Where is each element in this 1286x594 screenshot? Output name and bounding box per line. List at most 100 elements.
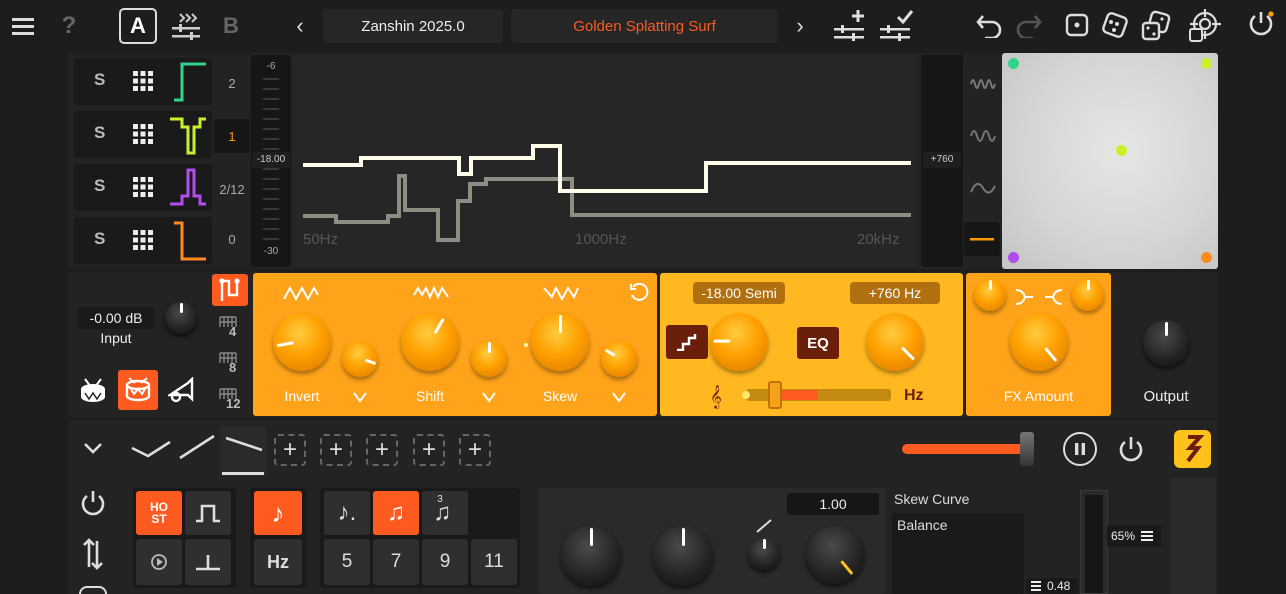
- xy-pad[interactable]: [1002, 53, 1218, 269]
- mod-knob-1[interactable]: [561, 526, 621, 586]
- dice-pair-icon[interactable]: [1140, 10, 1172, 42]
- division-12[interactable]: 12: [219, 388, 245, 414]
- fx-amount-knob[interactable]: [1010, 313, 1068, 371]
- mod-depth-slider[interactable]: [902, 432, 1034, 466]
- save-preset-icon[interactable]: [878, 8, 914, 42]
- shift-knob[interactable]: [401, 313, 459, 371]
- brand-logo-icon[interactable]: [1174, 430, 1211, 468]
- pitch-slider-thumb[interactable]: [768, 381, 782, 409]
- shift-mod-knob[interactable]: [471, 341, 507, 377]
- level-readout[interactable]: 65%: [1107, 525, 1161, 547]
- skew-knob[interactable]: [531, 313, 589, 371]
- zigzag-wave-icon[interactable]: [413, 285, 449, 301]
- pulse-shape-button[interactable]: [185, 491, 231, 535]
- trigger-shape-button[interactable]: [185, 539, 231, 585]
- routing-icon[interactable]: [212, 274, 248, 306]
- pitch-slider[interactable]: [742, 381, 891, 409]
- hz-mode-button[interactable]: Hz: [254, 539, 302, 585]
- chevron-down-icon[interactable]: [611, 391, 627, 403]
- output-knob[interactable]: [1143, 320, 1189, 366]
- next-preset-button[interactable]: ›: [790, 12, 810, 40]
- snare-drum-icon[interactable]: [118, 370, 158, 410]
- division-8[interactable]: 8: [219, 352, 245, 378]
- drum-icon[interactable]: [76, 370, 110, 410]
- rate-7-button[interactable]: 7: [373, 539, 419, 585]
- frequency-knob[interactable]: [866, 313, 924, 371]
- wave-flat-icon[interactable]: [964, 222, 1000, 256]
- gain-scale[interactable]: -6 -18.00 -30: [251, 55, 291, 267]
- invert-mod-knob[interactable]: [342, 341, 378, 377]
- rate-9-button[interactable]: 9: [422, 539, 468, 585]
- swap-vertical-icon[interactable]: [79, 536, 107, 572]
- xy-handle[interactable]: [1116, 145, 1127, 156]
- grid-icon[interactable]: [132, 229, 154, 251]
- add-preset-icon[interactable]: [832, 8, 866, 42]
- pitch-knob[interactable]: [710, 313, 768, 371]
- add-curve-button[interactable]: +: [320, 434, 352, 466]
- copy-a-to-b-icon[interactable]: [170, 10, 202, 42]
- preset-a-button[interactable]: A: [119, 8, 157, 44]
- fx3-right-knob[interactable]: [1072, 279, 1104, 311]
- octave-label[interactable]: 2: [217, 76, 247, 91]
- solo-button[interactable]: S: [94, 70, 105, 90]
- mod-power-small-icon[interactable]: [79, 488, 107, 518]
- balance-readout[interactable]: 0.48: [1026, 578, 1078, 594]
- pause-icon[interactable]: [1063, 432, 1097, 466]
- level-meter[interactable]: [1080, 490, 1108, 594]
- reset-icon[interactable]: [629, 283, 649, 303]
- dotted-note-button[interactable]: ♪.: [324, 491, 370, 535]
- curve-shape-v-icon[interactable]: [130, 436, 172, 464]
- chevron-down-icon[interactable]: [481, 391, 497, 403]
- skew-wave-icon[interactable]: [543, 285, 579, 301]
- curve-shape-rise-icon[interactable]: [176, 432, 218, 462]
- chevron-down-icon[interactable]: [352, 391, 368, 403]
- freq-shift-strip[interactable]: +760: [921, 55, 963, 267]
- stepped-icon[interactable]: [666, 325, 708, 359]
- invert-knob[interactable]: [273, 313, 331, 371]
- curve-shape-fall-tab[interactable]: [220, 426, 266, 476]
- hz-readout[interactable]: +760 Hz: [850, 282, 940, 304]
- add-curve-button[interactable]: +: [413, 434, 445, 466]
- solo-button[interactable]: S: [94, 123, 105, 143]
- grid-icon[interactable]: [132, 123, 154, 145]
- octave-label-active[interactable]: 1: [217, 129, 247, 144]
- add-curve-button[interactable]: +: [274, 434, 306, 466]
- add-curve-button[interactable]: +: [366, 434, 398, 466]
- wave-sine-icon[interactable]: [966, 174, 1000, 202]
- input-gain-value[interactable]: -0.00 dB: [78, 307, 154, 329]
- rotate-icon[interactable]: [79, 586, 107, 594]
- note-mode-button[interactable]: ♪: [254, 491, 302, 535]
- mod-knob-2[interactable]: [653, 526, 713, 586]
- prev-preset-button[interactable]: ‹: [290, 12, 310, 40]
- chevron-down-icon[interactable]: [82, 441, 104, 455]
- straight-note-button[interactable]: ♫: [373, 491, 419, 535]
- play-button[interactable]: [136, 539, 182, 585]
- help-icon[interactable]: ?: [58, 12, 80, 40]
- rate-11-button[interactable]: 11: [471, 539, 517, 585]
- redo-icon[interactable]: [1014, 10, 1044, 40]
- dice-one-icon[interactable]: [1064, 12, 1090, 38]
- curve-list[interactable]: Balance: [892, 513, 1024, 594]
- semi-readout[interactable]: -18.00 Semi: [693, 282, 785, 304]
- mod-depth-thumb[interactable]: [1020, 432, 1034, 466]
- mod-knob-3[interactable]: [806, 526, 864, 584]
- skew-mod-knob[interactable]: [601, 341, 637, 377]
- mod-value-readout[interactable]: 1.00: [787, 493, 879, 515]
- mod-power-icon[interactable]: [1116, 432, 1146, 466]
- solo-button[interactable]: S: [94, 176, 105, 196]
- input-gain-knob[interactable]: [165, 302, 197, 334]
- solo-button[interactable]: S: [94, 229, 105, 249]
- power-icon[interactable]: [1246, 8, 1276, 40]
- grid-icon[interactable]: [132, 70, 154, 92]
- octave-label[interactable]: 2/12: [217, 182, 247, 197]
- wave-medium-icon[interactable]: [966, 122, 1000, 150]
- rate-5-button[interactable]: 5: [324, 539, 370, 585]
- wave-dense-icon[interactable]: [966, 70, 1000, 98]
- triplet-note-button[interactable]: ♫ 3: [422, 491, 468, 535]
- eq-button[interactable]: EQ: [797, 327, 839, 359]
- preset-b-button[interactable]: B: [218, 12, 244, 40]
- menu-icon[interactable]: [10, 14, 36, 38]
- add-curve-button[interactable]: +: [459, 434, 491, 466]
- triangle-wave-icon[interactable]: [283, 285, 319, 301]
- eq-display[interactable]: 50Hz 1000Hz 20kHz: [293, 55, 918, 267]
